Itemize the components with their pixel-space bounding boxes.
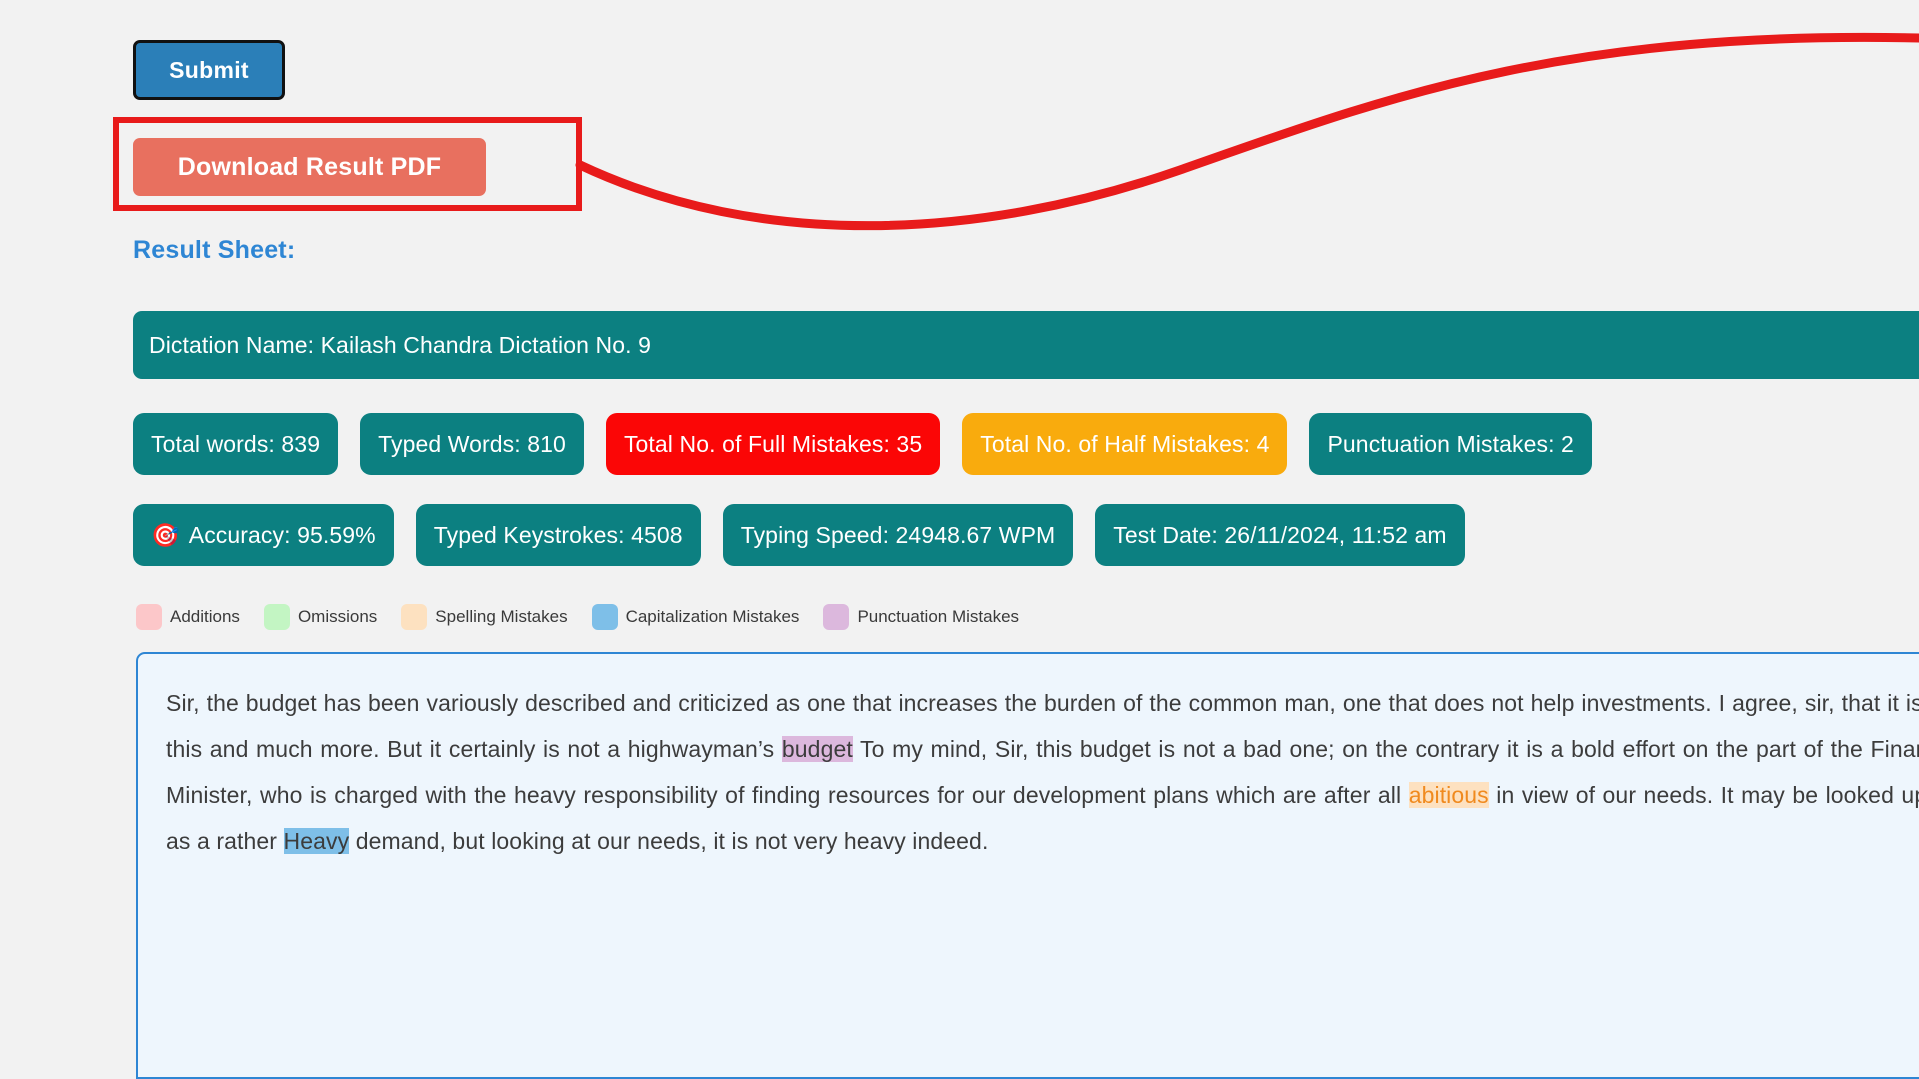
passage-text: Sir, the budget has been variously descr…	[166, 680, 1919, 864]
submit-button[interactable]: Submit	[133, 40, 285, 100]
legend-swatch-icon	[264, 604, 290, 630]
result-text-panel: Sir, the budget has been variously descr…	[136, 652, 1919, 1079]
stat-chip: Typed Words: 810	[360, 413, 584, 475]
stat-chip-label: Total words: 839	[151, 431, 320, 458]
legend-item: Punctuation Mistakes	[823, 604, 1019, 630]
stat-chip: Total No. of Full Mistakes: 35	[606, 413, 940, 475]
stat-chip-label: Test Date: 26/11/2024, 11:52 am	[1113, 522, 1446, 549]
stat-chip: 🎯 Accuracy: 95.59%	[133, 504, 394, 566]
legend-swatch-icon	[592, 604, 618, 630]
legend-swatch-icon	[401, 604, 427, 630]
legend-swatch-icon	[823, 604, 849, 630]
stat-chip: Total words: 839	[133, 413, 338, 475]
result-page: Submit Download Result PDF Result Sheet:…	[0, 0, 1919, 1079]
stat-chip-label: Accuracy: 95.59%	[189, 522, 376, 549]
mistake-legend: Additions Omissions Spelling Mistakes Capit…	[136, 604, 1032, 630]
legend-label: Punctuation Mistakes	[857, 607, 1019, 627]
stat-chip: Total No. of Half Mistakes: 4	[962, 413, 1287, 475]
stats-row-primary: Total words: 839 Typed Words: 810 Total No…	[133, 413, 1592, 475]
mistake-highlight-spelling: abitious	[1409, 782, 1489, 808]
mistake-highlight-capitalization: Heavy	[284, 828, 350, 854]
legend-item: Omissions	[264, 604, 377, 630]
passage-segment: demand, but looking at our needs, it is …	[349, 828, 988, 854]
stat-chip: Test Date: 26/11/2024, 11:52 am	[1095, 504, 1464, 566]
legend-item: Spelling Mistakes	[401, 604, 567, 630]
stat-chip: Punctuation Mistakes: 2	[1309, 413, 1591, 475]
annotation-highlight-box	[113, 117, 582, 211]
stat-chip-label: Punctuation Mistakes: 2	[1327, 431, 1573, 458]
legend-label: Additions	[170, 607, 240, 627]
stat-chip-label: Total No. of Half Mistakes: 4	[980, 431, 1269, 458]
stat-chip-label: Typing Speed: 24948.67 WPM	[741, 522, 1056, 549]
stat-chip-label: Typed Keystrokes: 4508	[434, 522, 683, 549]
mistake-highlight-punctuation: budget	[782, 736, 853, 762]
stat-chip-label: Total No. of Full Mistakes: 35	[624, 431, 922, 458]
legend-label: Spelling Mistakes	[435, 607, 567, 627]
stat-chip: Typing Speed: 24948.67 WPM	[723, 504, 1074, 566]
stat-chip-label: Typed Words: 810	[378, 431, 566, 458]
legend-label: Omissions	[298, 607, 377, 627]
dictation-name-banner: Dictation Name: Kailash Chandra Dictatio…	[133, 311, 1919, 379]
target-icon: 🎯	[151, 524, 180, 547]
legend-label: Capitalization Mistakes	[626, 607, 800, 627]
stat-chip: Typed Keystrokes: 4508	[416, 504, 701, 566]
legend-item: Capitalization Mistakes	[592, 604, 800, 630]
page-title: Result Sheet:	[133, 236, 295, 265]
stats-row-secondary: 🎯 Accuracy: 95.59% Typed Keystrokes: 4508 T…	[133, 504, 1465, 566]
legend-item: Additions	[136, 604, 240, 630]
legend-swatch-icon	[136, 604, 162, 630]
